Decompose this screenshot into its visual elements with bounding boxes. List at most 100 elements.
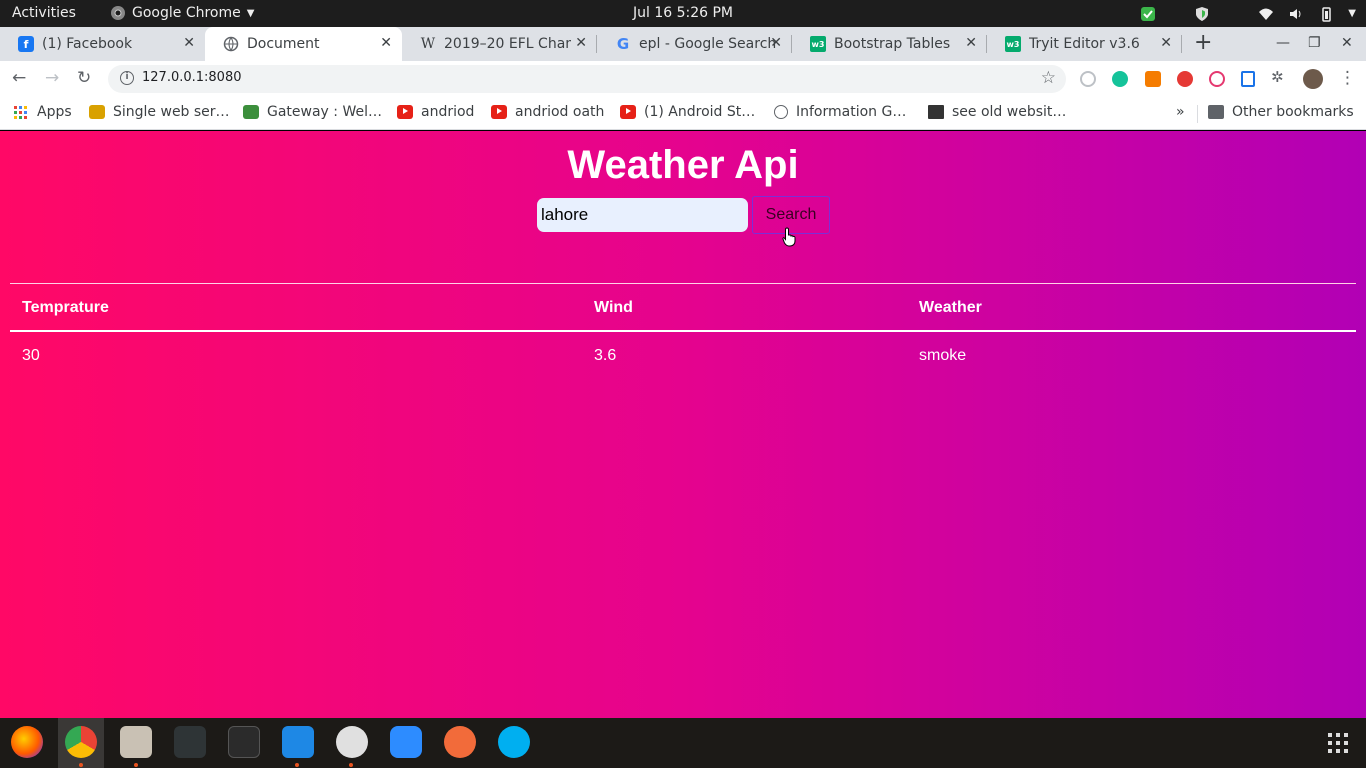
bookmark-label: andriod [421, 104, 475, 120]
tab-strip: f (1) Facebook ✕ Document ✕ W 2019–20 EF… [0, 27, 1366, 61]
minimize-button[interactable]: — [1276, 35, 1290, 51]
reload-button[interactable]: ↻ [77, 68, 91, 88]
bookmark-star-icon[interactable]: ☆ [1041, 68, 1056, 88]
page-title: Weather Api [567, 143, 799, 187]
running-indicator [295, 763, 299, 767]
youtube-icon [491, 105, 507, 119]
extension-orange-icon[interactable] [1145, 71, 1161, 87]
grammarly-icon[interactable] [1112, 71, 1128, 87]
facebook-icon: f [18, 36, 34, 52]
terminal-icon[interactable] [228, 726, 260, 758]
bookmark-label: Apps [37, 104, 72, 120]
running-indicator [134, 763, 138, 767]
folder-icon [1208, 105, 1224, 119]
table-row: 30 3.6 smoke [10, 332, 1356, 381]
cell-temperature: 30 [22, 347, 40, 364]
back-button[interactable]: ← [12, 68, 26, 88]
apps-grid-icon [14, 105, 27, 119]
extension-globe-icon[interactable] [1080, 71, 1096, 87]
cell-weather: smoke [919, 347, 967, 364]
browser-toolbar: ← → ↻ i 127.0.0.1:8080 ☆ ✲ ⋮ [0, 61, 1366, 97]
firefox-icon[interactable] [11, 726, 43, 758]
forward-button[interactable]: → [45, 68, 59, 88]
youtube-icon [397, 105, 413, 119]
system-monitor-icon[interactable] [174, 726, 206, 758]
tab-divider [596, 35, 597, 53]
bookmark-label: Single web ser… [113, 104, 230, 120]
profile-avatar[interactable] [1303, 69, 1323, 89]
bookmark-label: Other bookmarks [1232, 104, 1354, 120]
globe-icon [774, 105, 788, 119]
bookmark-label: (1) Android St… [644, 104, 756, 120]
files-icon[interactable] [120, 726, 152, 758]
close-icon[interactable]: ✕ [965, 35, 977, 51]
weather-table: Temprature Wind Weather 30 3.6 smoke [10, 283, 1356, 381]
other-bookmarks-folder[interactable]: Other bookmarks [1208, 104, 1354, 120]
running-indicator [349, 763, 353, 767]
tab-tryit-editor[interactable]: w3 Tryit Editor v3.6 ✕ [987, 27, 1182, 61]
new-tab-button[interactable]: + [1194, 30, 1212, 55]
bookmark-andriod[interactable]: andriod [397, 104, 474, 120]
caret-down-icon: ▼ [1348, 8, 1356, 19]
compass-app-icon[interactable] [336, 726, 368, 758]
chrome-menu-icon[interactable]: ⋮ [1339, 68, 1356, 88]
taskbar-dock [0, 718, 1366, 768]
show-applications-icon[interactable] [1328, 733, 1348, 753]
extensions-puzzle-icon[interactable]: ✲ [1271, 68, 1284, 86]
bookmarks-bar: Apps Single web ser… Gateway : Wel… andr… [0, 97, 1366, 130]
close-icon[interactable]: ✕ [770, 35, 782, 51]
address-bar[interactable]: i 127.0.0.1:8080 ☆ [108, 65, 1066, 93]
bookmark-gateway[interactable]: Gateway : Wel… [243, 104, 382, 120]
tab-divider [791, 35, 792, 53]
bookmark-old-website[interactable]: see old websit… [928, 104, 1066, 120]
zoom-icon[interactable] [390, 726, 422, 758]
tab-document[interactable]: Document ✕ [205, 27, 402, 61]
system-tray[interactable]: ▼ [1140, 3, 1356, 24]
youtube-icon [620, 105, 636, 119]
google-icon: G [616, 35, 630, 53]
tab-title: 2019–20 EFL Champ [444, 36, 571, 52]
globe-icon [223, 36, 239, 52]
cell-wind: 3.6 [594, 347, 617, 364]
w3schools-icon: w3 [1005, 36, 1021, 52]
tab-divider [986, 35, 987, 53]
close-icon[interactable]: ✕ [183, 35, 195, 51]
column-header-wind: Wind [594, 299, 633, 316]
skype-icon[interactable] [498, 726, 530, 758]
wikipedia-icon: W [420, 36, 436, 52]
close-icon[interactable]: ✕ [380, 35, 392, 51]
site-info-icon[interactable]: i [120, 71, 134, 85]
bookmark-information[interactable]: Information G… [774, 104, 906, 120]
bookmark-android-studio[interactable]: (1) Android St… [620, 104, 755, 120]
column-header-temperature: Temprature [22, 299, 109, 316]
tab-title: Document [247, 36, 320, 52]
wifi-icon [1259, 8, 1274, 20]
close-icon[interactable]: ✕ [1160, 35, 1172, 51]
url-text[interactable]: 127.0.0.1:8080 [142, 70, 242, 85]
tab-bootstrap-tables[interactable]: w3 Bootstrap Tables ✕ [792, 27, 987, 61]
bookmarks-overflow-button[interactable]: » [1176, 104, 1185, 120]
bookmark-label: see old websit… [952, 104, 1067, 120]
city-search-input[interactable] [537, 198, 748, 232]
close-icon[interactable]: ✕ [575, 35, 587, 51]
weather-page: Weather Api Search Temprature Wind Weath… [0, 131, 1366, 718]
window-close-button[interactable]: ✕ [1341, 35, 1353, 51]
tab-title: epl - Google Search [639, 36, 777, 52]
tab-efl-championship[interactable]: W 2019–20 EFL Champ ✕ [402, 27, 597, 61]
fingerprint-extension-icon[interactable] [1209, 71, 1225, 87]
bookmark-andriod-oath[interactable]: andriod oath [491, 104, 604, 120]
bookmark-single-web[interactable]: Single web ser… [89, 104, 230, 120]
vscode-icon[interactable] [282, 726, 314, 758]
extension-k-icon[interactable] [1241, 71, 1255, 87]
restore-button[interactable]: ❐ [1308, 35, 1321, 51]
bookmark-apps[interactable]: Apps [14, 104, 72, 120]
tab-google-search[interactable]: G epl - Google Search ✕ [597, 27, 792, 61]
bookmark-site-icon [243, 105, 259, 119]
adblock-icon[interactable] [1177, 71, 1193, 87]
column-header-weather: Weather [919, 299, 982, 316]
chrome-icon[interactable] [65, 726, 97, 758]
running-indicator [79, 763, 83, 767]
postman-icon[interactable] [444, 726, 476, 758]
table-header-row: Temprature Wind Weather [10, 283, 1356, 332]
tab-facebook[interactable]: f (1) Facebook ✕ [0, 27, 205, 61]
